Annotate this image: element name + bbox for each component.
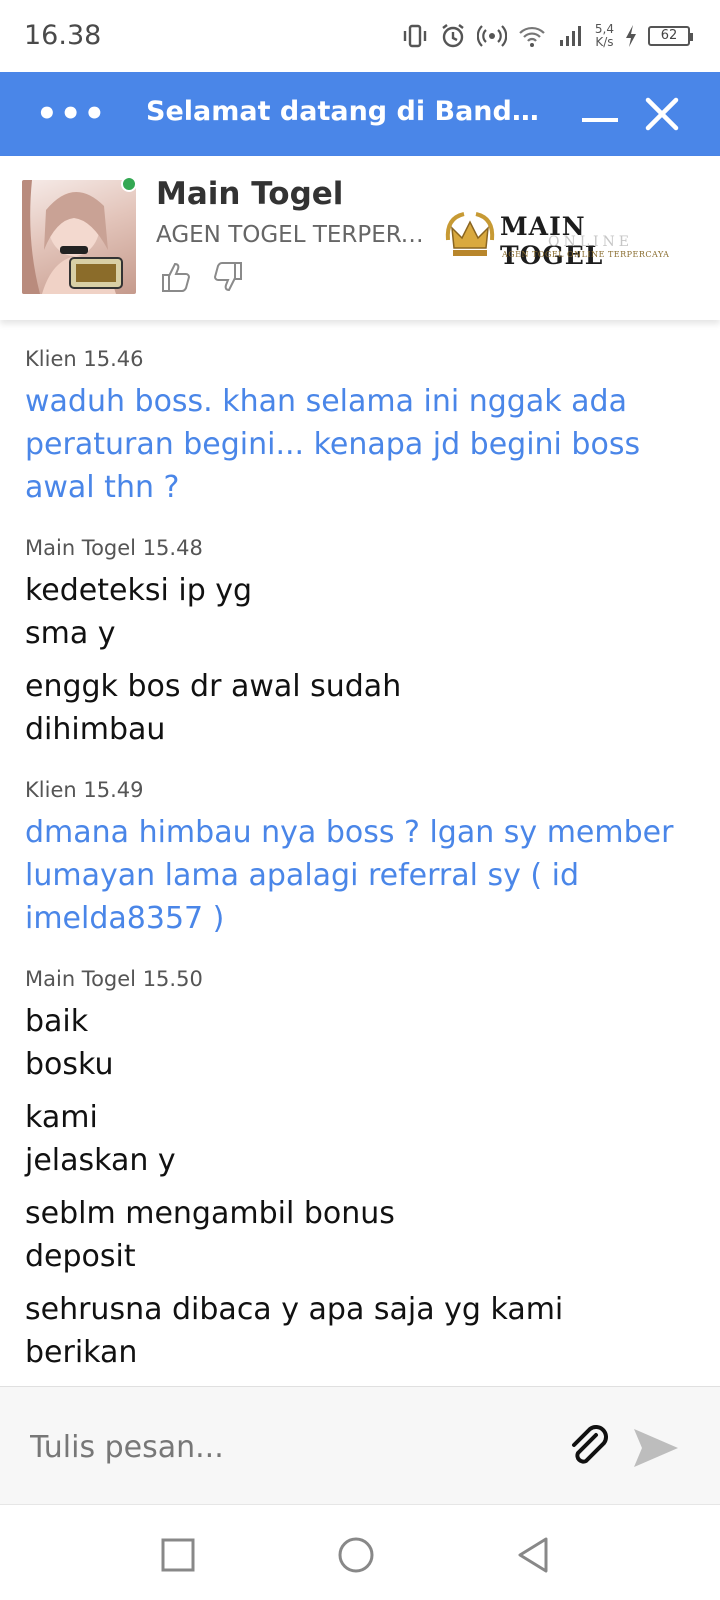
message-group: Klien 15.49 dmana himbau nya boss ? lgan… (25, 777, 695, 940)
agent-message: kedeteksi ip yg sma y (25, 573, 253, 651)
chat-messages[interactable]: Klien 15.46 waduh boss. khan selama ini … (0, 320, 720, 1386)
close-icon[interactable] (642, 94, 682, 134)
chat-title: Selamat datang di Bandar Togel (146, 96, 556, 127)
alarm-icon (442, 24, 464, 48)
message-group: Main Togel 15.50 baik bosku kami jelaska… (25, 966, 695, 1374)
agent-message: sehrusna dibaca y apa saja yg kami berik… (25, 1292, 564, 1370)
status-time: 16.38 (24, 20, 102, 51)
thumbs-up-icon[interactable] (160, 260, 194, 294)
charging-icon (626, 25, 636, 47)
battery-indicator: 62 (648, 26, 693, 46)
send-icon[interactable] (632, 1425, 680, 1471)
vibrate-icon (403, 24, 427, 48)
more-dots-icon[interactable]: ••• (36, 94, 107, 134)
online-status-dot (121, 176, 137, 192)
logo-online-text: ONLINE (548, 234, 634, 250)
agent-header: Main Togel AGEN TOGEL TERPERCAYA MAIN TO… (0, 156, 720, 320)
agent-message: kami jelaskan y (25, 1100, 176, 1178)
agent-message: enggk bos dr awal sudah dihimbau (25, 669, 402, 747)
signal-icon (559, 26, 581, 46)
agent-subtitle: AGEN TOGEL TERPERCAYA (156, 222, 426, 248)
message-input[interactable] (30, 1425, 530, 1469)
system-nav-bar (0, 1504, 720, 1600)
client-message: waduh boss. khan selama ini nggak ada pe… (25, 384, 641, 505)
wifi-icon (519, 26, 545, 47)
crown-icon (445, 212, 495, 256)
message-meta: Main Togel 15.48 (25, 536, 203, 560)
message-meta: Klien 15.49 (25, 778, 144, 802)
agent-name: Main Togel (156, 176, 344, 212)
paperclip-icon[interactable] (566, 1425, 612, 1471)
status-bar: 16.38 5,4 K/s 62 (0, 0, 720, 72)
message-meta: Main Togel 15.50 (25, 967, 203, 991)
chat-titlebar: ••• Selamat datang di Bandar Togel (0, 72, 720, 156)
agent-avatar (22, 180, 136, 294)
brand-logo: MAIN TOGEL ONLINE AGEN TOGEL ONLINE TERP… (440, 208, 690, 270)
thumbs-down-icon[interactable] (210, 260, 244, 294)
message-meta: Klien 15.46 (25, 347, 144, 371)
message-group: Klien 15.46 waduh boss. khan selama ini … (25, 346, 695, 509)
square-icon[interactable] (158, 1535, 198, 1575)
message-composer (0, 1386, 720, 1504)
status-icons: 5,4 K/s 62 (401, 18, 693, 54)
circle-icon[interactable] (336, 1535, 376, 1575)
agent-message: baik bosku (25, 1004, 114, 1082)
minimize-icon[interactable] (582, 118, 618, 122)
triangle-back-icon[interactable] (514, 1535, 554, 1575)
agent-message: seblm mengambil bonus deposit (25, 1196, 395, 1274)
rating-buttons (160, 260, 244, 294)
net-speed: 5,4 K/s (594, 22, 614, 49)
logo-tagline: AGEN TOGEL ONLINE TERPERCAYA (502, 250, 670, 259)
client-message: dmana himbau nya boss ? lgan sy member l… (25, 815, 674, 936)
hotspot-icon (476, 25, 507, 47)
message-group: Main Togel 15.48 kedeteksi ip yg sma y e… (25, 535, 695, 751)
